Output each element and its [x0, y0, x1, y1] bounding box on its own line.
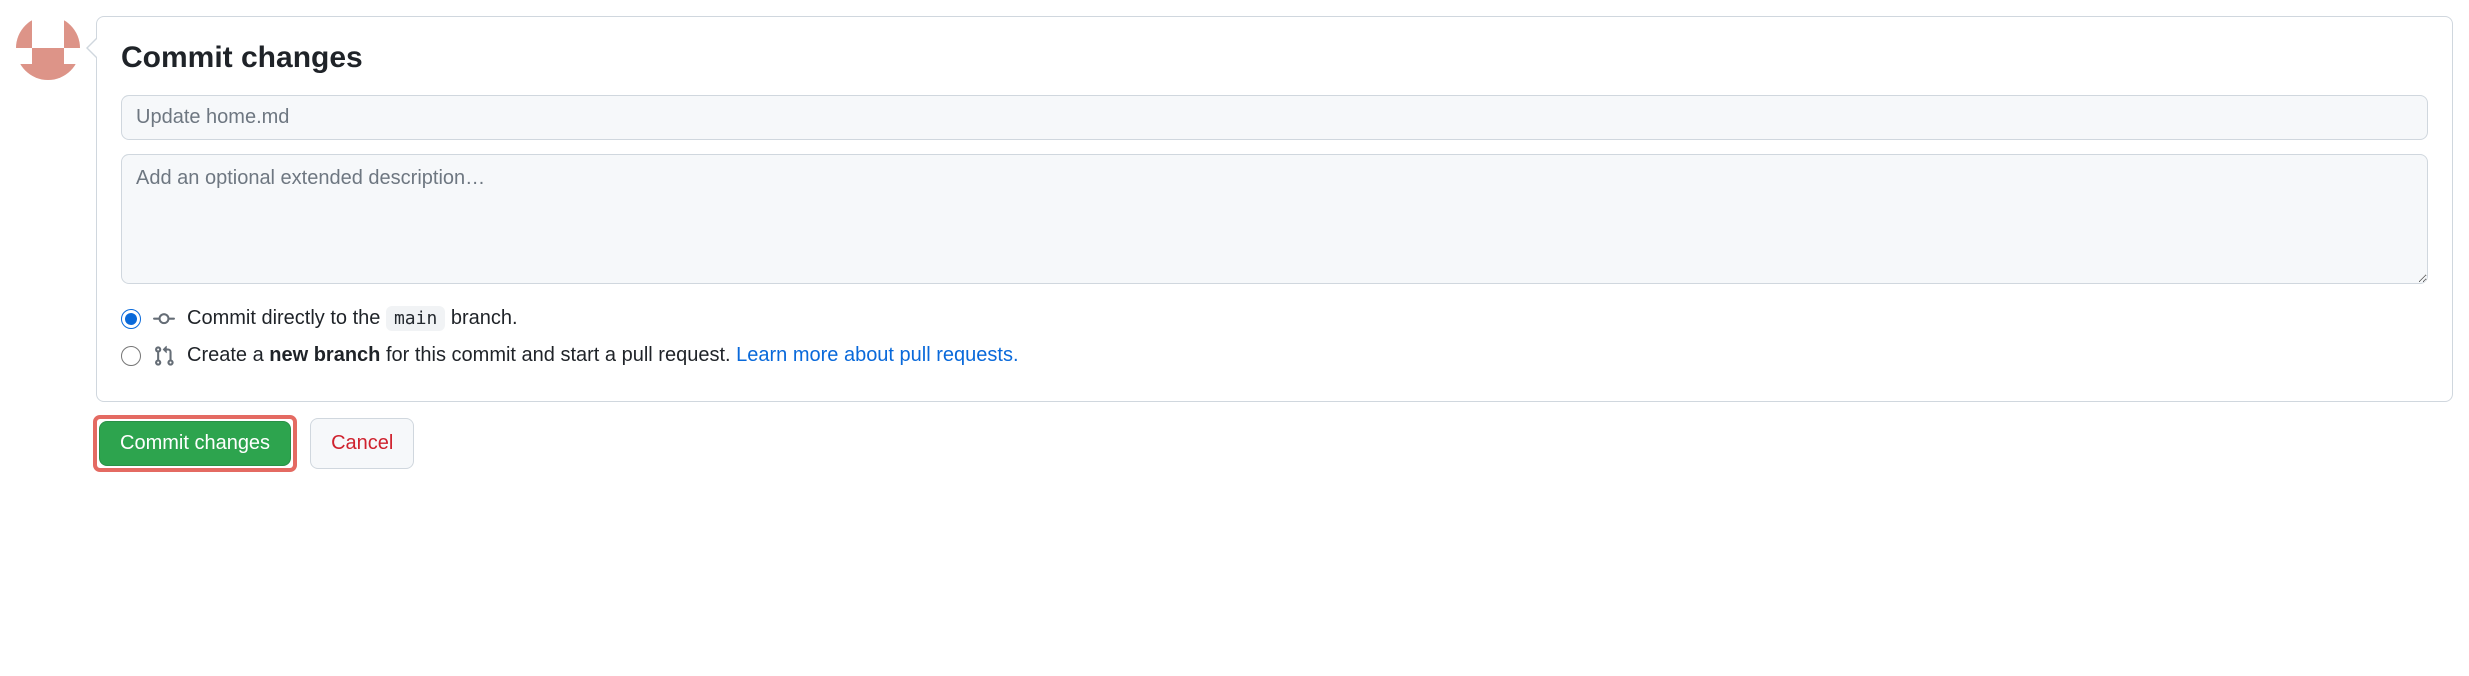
- radio-commit-direct[interactable]: Commit directly to the main branch.: [121, 307, 2428, 330]
- git-commit-icon: [153, 308, 175, 330]
- commit-summary-input[interactable]: [121, 95, 2428, 140]
- commit-button-highlight: Commit changes: [96, 418, 294, 469]
- radio-new-branch[interactable]: Create a new branch for this commit and …: [121, 344, 2428, 367]
- panel-title: Commit changes: [121, 41, 2428, 75]
- actions-bar: Commit changes Cancel: [96, 418, 2453, 469]
- radio-commit-direct-input[interactable]: [121, 309, 141, 329]
- radio-direct-label: Commit directly to the main branch.: [187, 307, 518, 330]
- commit-panel: Commit changes Commit directly to the ma…: [96, 16, 2453, 402]
- avatar: [16, 16, 80, 80]
- commit-changes-button[interactable]: Commit changes: [99, 421, 291, 466]
- branch-name: main: [386, 306, 445, 331]
- git-pull-request-icon: [153, 345, 175, 367]
- learn-more-link[interactable]: Learn more about pull requests.: [736, 344, 1018, 366]
- commit-description-textarea[interactable]: [121, 154, 2428, 284]
- radio-new-branch-input[interactable]: [121, 346, 141, 366]
- radio-new-branch-label: Create a new branch for this commit and …: [187, 344, 1019, 367]
- cancel-button[interactable]: Cancel: [310, 418, 414, 469]
